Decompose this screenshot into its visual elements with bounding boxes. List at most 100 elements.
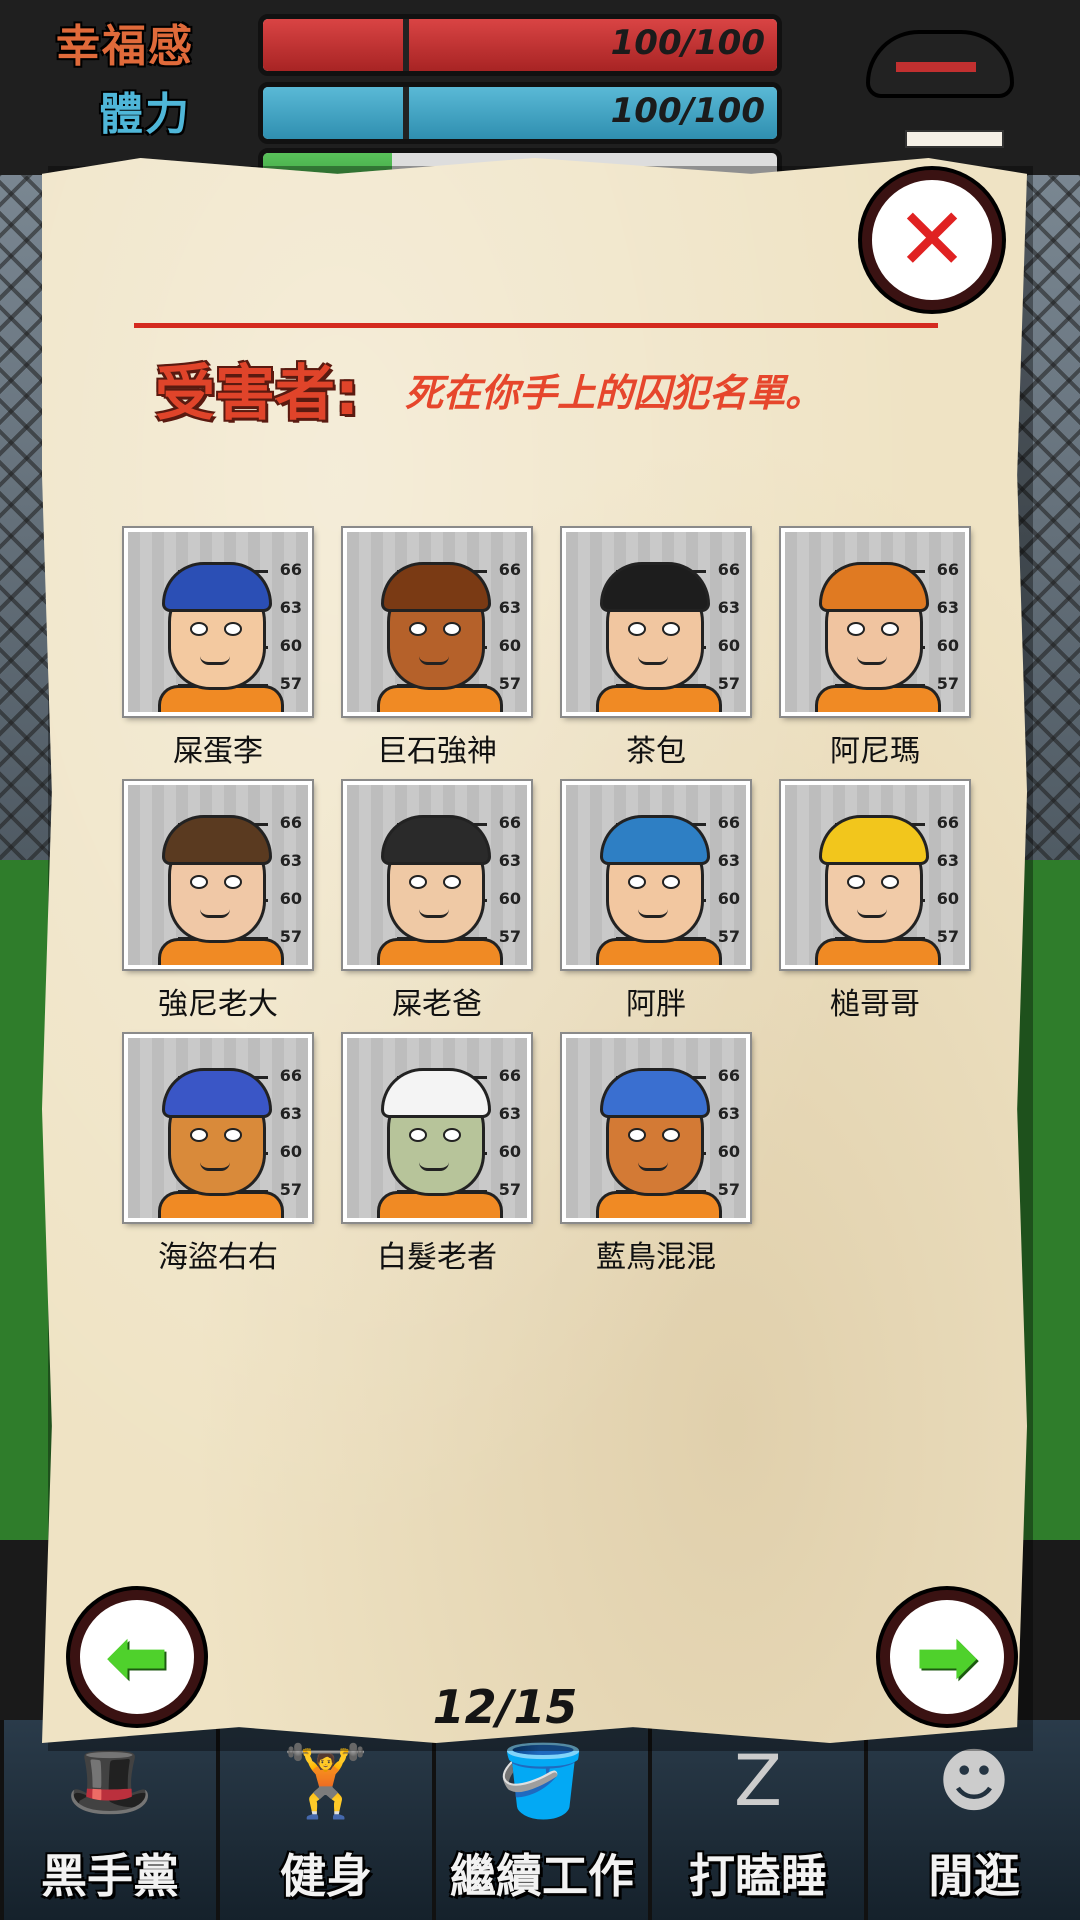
- menu-label: 健身: [280, 1849, 372, 1903]
- eye: [409, 622, 427, 636]
- height-scale-label: 60: [717, 889, 740, 908]
- mugshot-portrait: 66 63 60 57: [781, 528, 969, 716]
- eye: [190, 622, 208, 636]
- victim-card[interactable]: 66 63 60 57 茶包: [562, 528, 750, 770]
- mouth: [200, 656, 230, 665]
- height-scale-label: 63: [498, 851, 521, 870]
- height-scale-label: 57: [279, 1180, 302, 1199]
- dialog-subtitle: 死在你手上的囚犯名單。: [405, 370, 824, 415]
- eye: [662, 622, 680, 636]
- victim-card[interactable]: 66 63 60 57 阿尼瑪: [781, 528, 969, 770]
- victim-name: 茶包: [626, 734, 686, 769]
- height-scale-label: 63: [279, 1104, 302, 1123]
- victim-card[interactable]: 66 63 60 57 槌哥哥: [781, 781, 969, 1023]
- page-indicator: 12/15: [432, 1680, 578, 1734]
- victim-name: 槌哥哥: [830, 987, 920, 1022]
- victim-card[interactable]: 66 63 60 57 白髮老者: [343, 1034, 531, 1276]
- arrow-left-icon: ⬅: [105, 1612, 169, 1701]
- mouth: [419, 656, 449, 665]
- height-scale-label: 57: [717, 1180, 740, 1199]
- mouth: [857, 656, 887, 665]
- hat-band: [896, 62, 976, 72]
- height-scale-label: 57: [279, 927, 302, 946]
- eye: [409, 875, 427, 889]
- height-scale-label: 57: [498, 1180, 521, 1199]
- mugshot-portrait: 66 63 60 57: [343, 1034, 531, 1222]
- happiness-value: 100/100: [610, 23, 765, 63]
- height-scale-label: 60: [717, 636, 740, 655]
- height-scale-label: 66: [936, 813, 959, 832]
- next-page-button[interactable]: ➡: [880, 1590, 1014, 1724]
- mugshot-portrait: 66 63 60 57: [343, 528, 531, 716]
- eye: [409, 1128, 427, 1142]
- eye: [881, 622, 899, 636]
- stamina-value: 100/100: [610, 91, 765, 131]
- victim-card[interactable]: 66 63 60 57 屎老爸: [343, 781, 531, 1023]
- mugshot-portrait: 66 63 60 57: [124, 781, 312, 969]
- dumbbell-icon: 🏋: [282, 1740, 370, 1822]
- eye: [628, 875, 646, 889]
- height-scale-label: 57: [717, 674, 740, 693]
- height-scale-label: 66: [279, 813, 302, 832]
- menu-label: 黑手黨: [41, 1849, 179, 1903]
- sleep-icon: Z: [734, 1740, 782, 1822]
- mugshot-portrait: 66 63 60 57: [562, 1034, 750, 1222]
- status-hud: 幸福感 100/100 體力 100/100: [0, 0, 1080, 210]
- eye: [224, 875, 242, 889]
- mop-bucket-icon: 🪣: [498, 1740, 586, 1822]
- eye: [190, 1128, 208, 1142]
- height-scale-label: 57: [717, 927, 740, 946]
- victim-card[interactable]: 66 63 60 57 屎蛋李: [124, 528, 312, 770]
- eye: [881, 875, 899, 889]
- height-scale-label: 66: [279, 1066, 302, 1085]
- mouth: [419, 1162, 449, 1171]
- mugshot-portrait: 66 63 60 57: [124, 528, 312, 716]
- mouth: [638, 1162, 668, 1171]
- height-scale-label: 60: [279, 1142, 302, 1161]
- mouth: [638, 656, 668, 665]
- height-scale-label: 66: [717, 813, 740, 832]
- victim-name: 藍鳥混混: [596, 1240, 716, 1275]
- victim-name: 巨石強神: [377, 734, 497, 769]
- close-button[interactable]: ✕: [862, 170, 1002, 310]
- mugshot-portrait: 66 63 60 57: [781, 781, 969, 969]
- eye: [443, 622, 461, 636]
- arrow-right-icon: ➡: [915, 1612, 979, 1701]
- height-scale-label: 57: [936, 927, 959, 946]
- height-scale-label: 63: [498, 1104, 521, 1123]
- height-scale-label: 66: [498, 813, 521, 832]
- height-scale-label: 66: [498, 560, 521, 579]
- eye: [847, 622, 865, 636]
- victim-card[interactable]: 66 63 60 57 阿胖: [562, 781, 750, 1023]
- victim-name: 強尼老大: [158, 987, 278, 1022]
- mugshot-portrait: 66 63 60 57: [124, 1034, 312, 1222]
- height-scale-label: 63: [498, 598, 521, 617]
- victim-card[interactable]: 66 63 60 57 強尼老大: [124, 781, 312, 1023]
- happiness-label: 幸福感: [56, 21, 194, 72]
- victim-card[interactable]: 66 63 60 57 巨石強神: [343, 528, 531, 770]
- victim-card[interactable]: 66 63 60 57 藍鳥混混: [562, 1034, 750, 1276]
- height-scale-label: 63: [936, 851, 959, 870]
- menu-label: 繼續工作: [450, 1849, 634, 1903]
- height-scale-label: 60: [279, 889, 302, 908]
- height-scale-label: 60: [498, 889, 521, 908]
- eye: [224, 1128, 242, 1142]
- height-scale-label: 63: [279, 598, 302, 617]
- mouth: [857, 909, 887, 918]
- menu-label: 閒逛: [928, 1849, 1020, 1903]
- previous-page-button[interactable]: ⬅: [70, 1590, 204, 1724]
- height-scale-label: 63: [717, 1104, 740, 1123]
- height-scale-label: 66: [279, 560, 302, 579]
- victim-name: 阿尼瑪: [830, 734, 920, 769]
- victim-name: 白髮老者: [377, 1240, 497, 1275]
- victim-card[interactable]: 66 63 60 57 海盜右右: [124, 1034, 312, 1276]
- prisoner-icon: ☻: [937, 1740, 1011, 1822]
- eye: [443, 1128, 461, 1142]
- height-scale-label: 60: [498, 1142, 521, 1161]
- height-scale-label: 57: [936, 674, 959, 693]
- close-icon: ✕: [895, 190, 969, 290]
- victim-name: 海盜右右: [158, 1240, 278, 1275]
- mouth: [200, 1162, 230, 1171]
- dialog-title: 受害者:: [155, 359, 359, 429]
- menu-label: 打瞌睡: [689, 1849, 827, 1903]
